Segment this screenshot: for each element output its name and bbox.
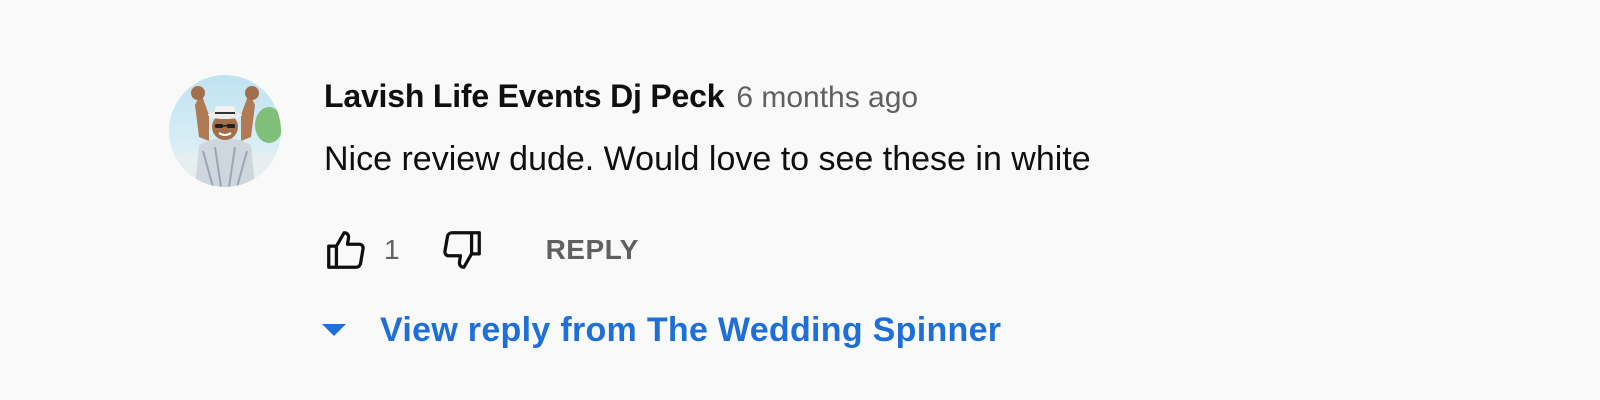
comment-timestamp[interactable]: 6 months ago xyxy=(736,81,918,115)
like-count: 1 xyxy=(384,234,400,265)
author-name[interactable]: Lavish Life Events Dj Peck xyxy=(324,78,725,115)
view-replies-button[interactable]: View reply from The Wedding Spinner xyxy=(318,300,1001,360)
author-avatar[interactable] xyxy=(169,75,281,187)
view-replies-label: View reply from The Wedding Spinner xyxy=(380,310,1002,349)
thumbs-up-icon xyxy=(327,231,365,269)
caret-down-icon xyxy=(318,314,350,346)
comment-body: Lavish Life Events Dj Peck 6 months ago … xyxy=(324,78,1600,182)
comment-header: Lavish Life Events Dj Peck 6 months ago xyxy=(324,78,1600,122)
comment-thread: Lavish Life Events Dj Peck 6 months ago … xyxy=(0,0,1600,400)
comment-actions: 1 REPLY xyxy=(318,222,639,278)
thumbs-down-icon xyxy=(442,231,481,269)
comment-text: Nice review dude. Would love to see thes… xyxy=(324,140,1091,178)
avatar-image xyxy=(169,75,281,187)
reply-button[interactable]: REPLY xyxy=(546,234,639,266)
like-button[interactable] xyxy=(318,222,374,278)
dislike-button[interactable] xyxy=(434,222,490,278)
